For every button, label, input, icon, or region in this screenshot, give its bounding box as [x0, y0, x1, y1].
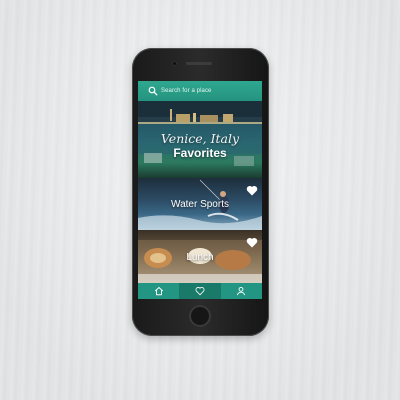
- favorites-location: Venice, Italy: [160, 131, 240, 146]
- phone-camera: [172, 61, 177, 66]
- phone-speaker: [186, 62, 212, 65]
- lunch-card[interactable]: Lunch: [138, 230, 262, 283]
- app-screen: Search for a place Venice, Italy Favorit…: [138, 81, 262, 299]
- tab-favorites[interactable]: [179, 283, 221, 299]
- lunch-title: Lunch: [186, 252, 214, 263]
- tab-home[interactable]: [138, 283, 179, 299]
- tab-bar: [138, 283, 262, 299]
- home-icon: [154, 287, 163, 296]
- phone-home-button[interactable]: [189, 305, 211, 327]
- profile-icon: [237, 286, 246, 296]
- search-input[interactable]: Search for a place: [161, 88, 212, 94]
- favorite-heart-icon[interactable]: [246, 185, 258, 196]
- tab-profile[interactable]: [221, 283, 262, 299]
- water-sports-title: Water Sports: [171, 199, 229, 210]
- search-icon: [148, 86, 158, 96]
- heart-icon: [195, 287, 205, 296]
- favorites-card[interactable]: Venice, Italy Favorites: [138, 101, 262, 178]
- favorites-title: Favorites: [173, 146, 227, 160]
- search-bar[interactable]: Search for a place: [138, 81, 262, 101]
- water-sports-card[interactable]: Water Sports: [138, 178, 262, 230]
- favorite-heart-icon[interactable]: [246, 237, 258, 248]
